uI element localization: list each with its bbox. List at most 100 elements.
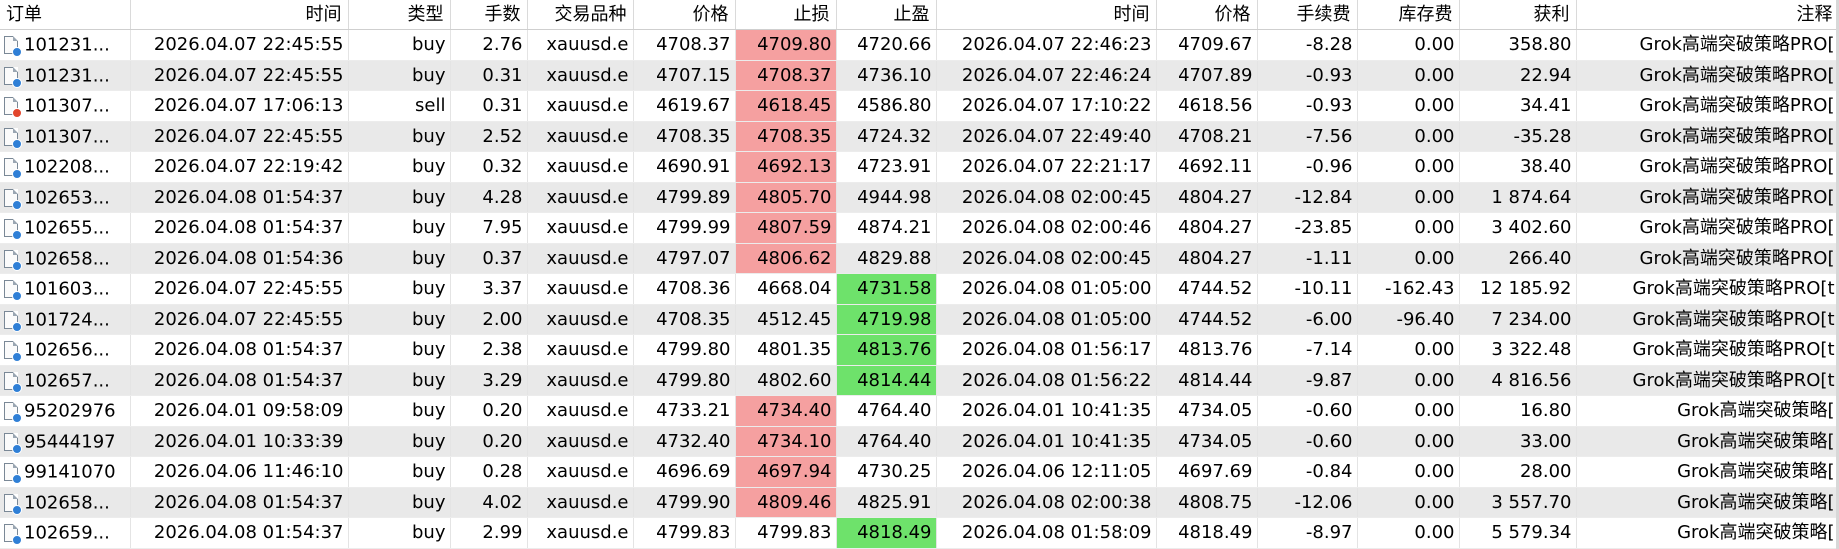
column-header-type[interactable]: 类型: [348, 0, 451, 30]
open-price-cell: 4708.36: [633, 273, 736, 305]
volume-cell: 3.37: [450, 273, 528, 305]
order-number: 102656...: [24, 339, 110, 361]
column-header-take-profit[interactable]: 止盈: [836, 0, 937, 30]
open-price-cell: 4799.99: [633, 212, 736, 244]
open-time-cell: 2026.04.01 10:33:39: [130, 426, 349, 457]
comment-cell: Grok高端突破策略[: [1576, 456, 1839, 488]
symbol-cell: xauusd.e: [527, 151, 634, 183]
order-number: 102659...: [24, 522, 110, 544]
order-number: 101307...: [24, 126, 110, 147]
table-row[interactable]: 101724... 2026.04.07 22:45:55 buy 2.00 xauus…: [0, 304, 1839, 335]
stop-loss-cell: 4708.35: [735, 121, 837, 152]
profit-cell: 3 402.60: [1459, 212, 1577, 244]
order-cell: 101307...: [0, 90, 131, 122]
symbol-cell: xauusd.e: [527, 334, 634, 366]
column-header-commission[interactable]: 手续费: [1257, 0, 1358, 30]
column-header-close-price[interactable]: 价格: [1156, 0, 1258, 30]
profit-cell: 33.00: [1459, 426, 1577, 457]
swap-cell: 0.00: [1357, 487, 1460, 518]
column-header-comment[interactable]: 注释: [1576, 0, 1839, 30]
order-cell: 101231...: [0, 29, 131, 61]
swap-cell: 0.00: [1357, 243, 1460, 274]
open-time-cell: 2026.04.08 01:54:37: [130, 517, 349, 549]
column-header-profit[interactable]: 获利: [1459, 0, 1577, 30]
close-price-cell: 4808.75: [1156, 487, 1258, 518]
buy-position-icon: [4, 249, 22, 271]
close-time-cell: 2026.04.08 02:00:38: [936, 487, 1157, 518]
column-header-open-price[interactable]: 价格: [633, 0, 736, 30]
buy-position-icon: [4, 66, 22, 88]
commission-cell: -0.60: [1257, 395, 1358, 427]
table-row[interactable]: 102658... 2026.04.08 01:54:37 buy 4.02 xauus…: [0, 487, 1839, 518]
volume-cell: 2.76: [450, 29, 528, 61]
column-header-symbol[interactable]: 交易品种: [527, 0, 634, 30]
type-cell: buy: [348, 365, 451, 396]
close-time-cell: 2026.04.07 22:49:40: [936, 121, 1157, 152]
take-profit-cell: 4730.25: [836, 456, 937, 488]
table-row[interactable]: 95202976 2026.04.01 09:58:09 buy 0.20 xauusd…: [0, 395, 1839, 427]
commission-cell: -8.28: [1257, 29, 1358, 61]
profit-cell: 4 816.56: [1459, 365, 1577, 396]
table-row[interactable]: 102657... 2026.04.08 01:54:37 buy 3.29 xauus…: [0, 365, 1839, 396]
symbol-cell: xauusd.e: [527, 304, 634, 335]
table-row[interactable]: 101307... 2026.04.07 22:45:55 buy 2.52 xauus…: [0, 121, 1839, 152]
close-time-cell: 2026.04.01 10:41:35: [936, 426, 1157, 457]
symbol-cell: xauusd.e: [527, 121, 634, 152]
column-header-open-time[interactable]: 时间: [130, 0, 349, 30]
column-header-close-time[interactable]: 时间: [936, 0, 1157, 30]
column-header-stop-loss[interactable]: 止损: [735, 0, 837, 30]
volume-cell: 0.20: [450, 395, 528, 427]
comment-cell: Grok高端突破策略PRO[: [1576, 90, 1839, 122]
comment-cell: Grok高端突破策略PRO[: [1576, 121, 1839, 152]
column-header-order[interactable]: 订单: [0, 0, 131, 30]
table-row[interactable]: 101603... 2026.04.07 22:45:55 buy 3.37 xauus…: [0, 273, 1839, 305]
open-time-cell: 2026.04.07 22:45:55: [130, 304, 349, 335]
volume-cell: 0.37: [450, 243, 528, 274]
volume-cell: 2.99: [450, 517, 528, 549]
table-row[interactable]: 101231... 2026.04.07 22:45:55 buy 2.76 xauus…: [0, 29, 1839, 61]
order-number: 95444197: [24, 431, 116, 452]
open-time-cell: 2026.04.06 11:46:10: [130, 456, 349, 488]
profit-cell: 12 185.92: [1459, 273, 1577, 305]
open-price-cell: 4708.35: [633, 304, 736, 335]
table-row[interactable]: 102659... 2026.04.08 01:54:37 buy 2.99 xauus…: [0, 517, 1839, 549]
type-cell: buy: [348, 487, 451, 518]
symbol-cell: xauusd.e: [527, 212, 634, 244]
table-row[interactable]: 101307... 2026.04.07 17:06:13 sell 0.31 xauu…: [0, 90, 1839, 122]
profit-cell: 358.80: [1459, 29, 1577, 61]
volume-cell: 0.31: [450, 90, 528, 122]
table-row[interactable]: 99141070 2026.04.06 11:46:10 buy 0.28 xauusd…: [0, 456, 1839, 488]
open-price-cell: 4799.80: [633, 365, 736, 396]
open-time-cell: 2026.04.07 22:45:55: [130, 60, 349, 91]
close-time-cell: 2026.04.07 22:46:24: [936, 60, 1157, 91]
take-profit-cell: 4736.10: [836, 60, 937, 91]
close-price-cell: 4618.56: [1156, 90, 1258, 122]
swap-cell: -96.40: [1357, 304, 1460, 335]
profit-cell: 28.00: [1459, 456, 1577, 488]
order-number: 102208...: [24, 156, 110, 178]
column-header-swap[interactable]: 库存费: [1357, 0, 1460, 30]
close-price-cell: 4697.69: [1156, 456, 1258, 488]
open-price-cell: 4708.37: [633, 29, 736, 61]
stop-loss-cell: 4734.10: [735, 426, 837, 457]
comment-cell: Grok高端突破策略PRO[t: [1576, 273, 1839, 305]
comment-cell: Grok高端突破策略PRO[t: [1576, 334, 1839, 366]
table-row[interactable]: 102653... 2026.04.08 01:54:37 buy 4.28 xauus…: [0, 182, 1839, 213]
table-row[interactable]: 102655... 2026.04.08 01:54:37 buy 7.95 xauus…: [0, 212, 1839, 244]
symbol-cell: xauusd.e: [527, 243, 634, 274]
table-row[interactable]: 102658... 2026.04.08 01:54:36 buy 0.37 xauus…: [0, 243, 1839, 274]
column-header-volume[interactable]: 手数: [450, 0, 528, 30]
commission-cell: -0.96: [1257, 151, 1358, 183]
table-row[interactable]: 101231... 2026.04.07 22:45:55 buy 0.31 xauus…: [0, 60, 1839, 91]
table-row[interactable]: 102208... 2026.04.07 22:19:42 buy 0.32 xauus…: [0, 151, 1839, 183]
open-time-cell: 2026.04.07 22:45:55: [130, 121, 349, 152]
type-cell: buy: [348, 60, 451, 91]
swap-cell: 0.00: [1357, 182, 1460, 213]
table-row[interactable]: 102656... 2026.04.08 01:54:37 buy 2.38 xauus…: [0, 334, 1839, 366]
take-profit-cell: 4720.66: [836, 29, 937, 61]
open-price-cell: 4619.67: [633, 90, 736, 122]
table-row[interactable]: 95444197 2026.04.01 10:33:39 buy 0.20 xauusd…: [0, 426, 1839, 457]
swap-cell: 0.00: [1357, 90, 1460, 122]
type-cell: buy: [348, 456, 451, 488]
order-number: 101231...: [24, 34, 110, 56]
